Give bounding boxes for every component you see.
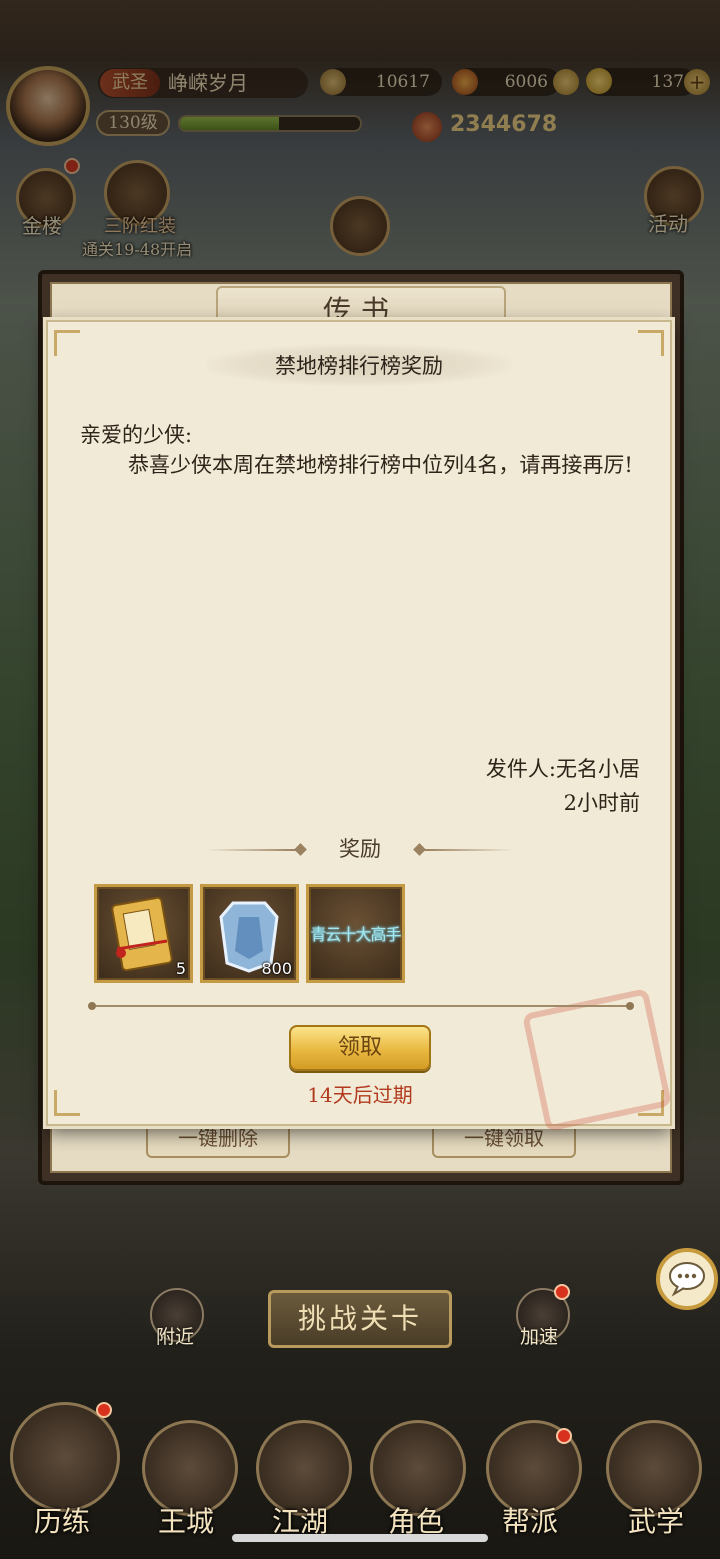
home-indicator[interactable] [232, 1534, 488, 1542]
guild-red-dot [556, 1428, 572, 1444]
title-banner-icon: 青云十大高手 [310, 925, 401, 944]
reward-item-count: 5 [175, 959, 186, 978]
expire-notice: 14天后过期 [307, 1083, 413, 1107]
nav-guild[interactable]: 帮派 [502, 1500, 558, 1540]
chat-bubble-icon[interactable] [656, 1248, 718, 1310]
reward-title: 奖励 [339, 837, 381, 861]
reward-divider-left [206, 849, 296, 851]
letter-greeting: 亲爱的少侠: [80, 423, 193, 447]
letter-divider [94, 1005, 630, 1007]
letter-body: 恭喜少侠本周在禁地榜排行榜中位列4名，请再接再厉! [128, 453, 633, 477]
letter-sender: 发件人:无名小居 [485, 757, 640, 781]
claim-button[interactable]: 领取 [289, 1025, 431, 1071]
speedup-label: 加速 [520, 1326, 559, 1348]
letter-title: 禁地榜排行榜奖励 [275, 354, 443, 378]
corner-ornament [54, 1090, 80, 1116]
speedup-red-dot [554, 1284, 570, 1300]
chat-icon [669, 1262, 705, 1297]
nav-martial-arts[interactable]: 武学 [628, 1500, 684, 1540]
nearby-label: 附近 [156, 1326, 195, 1348]
nav-training[interactable]: 历练 [34, 1500, 90, 1540]
divider-dot [88, 1002, 96, 1010]
training-nav-icon[interactable] [10, 1402, 120, 1512]
reward-item[interactable]: 青云十大高手 [306, 884, 405, 983]
corner-ornament [54, 330, 80, 356]
reward-item[interactable]: 5 [94, 884, 193, 983]
nav-royal-city[interactable]: 王城 [158, 1500, 214, 1540]
training-red-dot [96, 1402, 112, 1418]
corner-ornament [638, 330, 664, 356]
divider-dot [626, 1002, 634, 1010]
reward-divider-right [424, 849, 514, 851]
reward-item[interactable]: 800 [200, 884, 299, 983]
challenge-stage-button[interactable]: 挑战关卡 [268, 1290, 452, 1348]
reward-item-count: 800 [261, 959, 292, 978]
letter-time: 2小时前 [563, 791, 640, 815]
